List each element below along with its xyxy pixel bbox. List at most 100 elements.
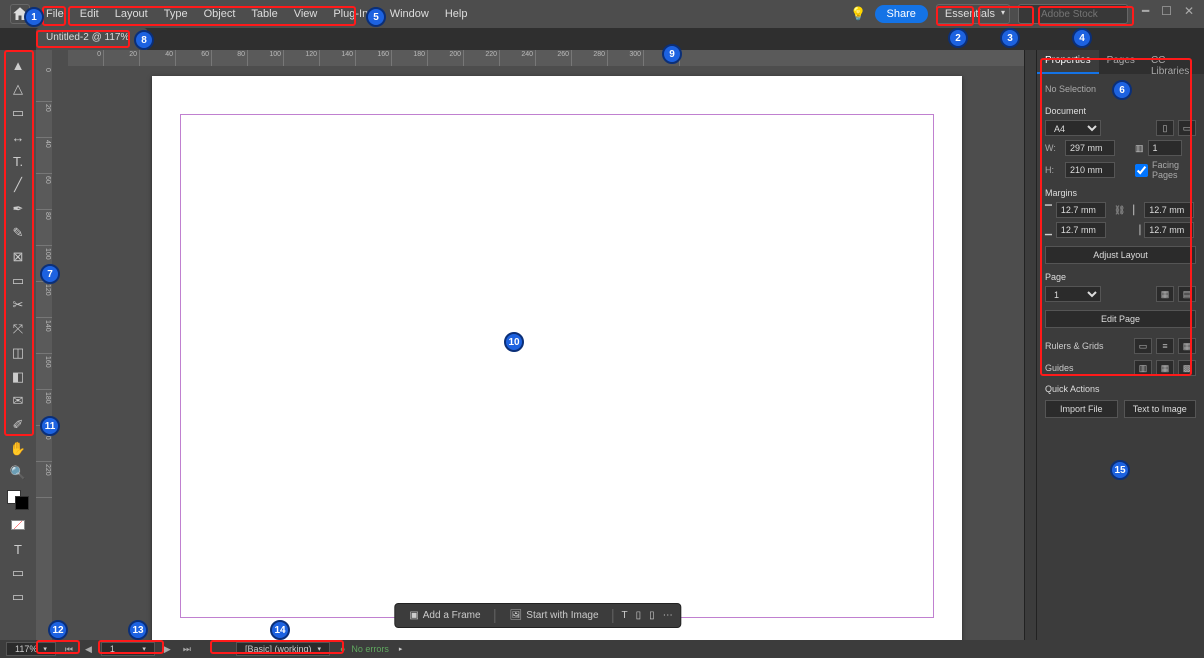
margin-inside-field[interactable] — [1144, 202, 1194, 218]
list-view-icon[interactable]: ▤ — [1178, 286, 1196, 302]
menu-edit[interactable]: Edit — [72, 4, 107, 24]
margin-bottom-field[interactable] — [1056, 222, 1106, 238]
note-tool[interactable]: ✉ — [6, 390, 30, 412]
tab-pages[interactable]: Pages — [1099, 50, 1143, 74]
first-page-icon[interactable]: ⏮ — [62, 644, 76, 655]
selection-tool[interactable]: ▲ — [6, 54, 30, 76]
type-icon[interactable]: T — [622, 610, 628, 621]
gradient-feather-tool[interactable]: ◧ — [6, 366, 30, 388]
last-page-icon[interactable]: ⏭ — [180, 644, 194, 655]
page-number-field[interactable]: 1 ▾ — [101, 642, 155, 656]
section-margins: Margins — [1045, 188, 1196, 198]
height-field[interactable] — [1065, 162, 1115, 178]
maximize-icon[interactable]: ☐ — [1161, 4, 1172, 18]
menu-window[interactable]: Window — [382, 4, 437, 24]
page-number-value: 1 — [110, 644, 115, 654]
close-icon[interactable]: ✕ — [135, 32, 143, 43]
guides-label: Guides — [1045, 363, 1074, 373]
free-transform-tool[interactable]: ⤧ — [6, 318, 30, 340]
page-tool[interactable]: ▭ — [6, 102, 30, 124]
guides-icon[interactable]: ▥ — [1134, 360, 1152, 376]
view-mode-preview[interactable]: ▭ — [6, 586, 30, 608]
ruler-icon[interactable]: ▭ — [1134, 338, 1152, 354]
home-icon[interactable] — [10, 4, 30, 24]
properties-panel: No Selection Document A4 ▯ ▭ W: ▥ H: — [1037, 74, 1204, 424]
facing-pages-checkbox[interactable]: Facing Pages — [1135, 160, 1151, 180]
collapsed-panel-dock[interactable] — [1024, 50, 1036, 640]
discover-icon[interactable]: 💡 — [850, 6, 866, 22]
gap-tool[interactable]: ↔ — [6, 126, 30, 148]
scissors-tool[interactable]: ✂ — [6, 294, 30, 316]
tab-properties[interactable]: Properties — [1037, 50, 1099, 74]
margin-top-icon: ▔ — [1045, 205, 1052, 216]
share-button[interactable]: Share — [875, 5, 928, 23]
gradient-swatch-tool[interactable]: ◫ — [6, 342, 30, 364]
menu-view[interactable]: View — [286, 4, 326, 24]
menu-help[interactable]: Help — [437, 4, 476, 24]
view-mode-normal[interactable]: ▭ — [6, 562, 30, 584]
menu-object[interactable]: Object — [196, 4, 244, 24]
page-preset-select[interactable]: A4 — [1045, 120, 1101, 136]
orientation-landscape-icon[interactable]: ▭ — [1178, 120, 1196, 136]
menu-file[interactable]: File — [38, 4, 72, 24]
grid-view-icon[interactable]: ▦ — [1156, 286, 1174, 302]
smart-guides-icon[interactable]: ▦ — [1156, 360, 1174, 376]
minimize-icon[interactable]: ━ — [1142, 4, 1149, 18]
adjust-layout-button[interactable]: Adjust Layout — [1045, 246, 1196, 264]
preflight-profile[interactable]: [Basic] (working) ▾ — [236, 642, 330, 656]
start-with-image-button[interactable]: 🖼 Start with Image — [504, 608, 605, 623]
orientation-portrait-icon[interactable]: ▯ — [1156, 120, 1174, 136]
page-spread[interactable] — [152, 76, 962, 640]
menubar: FileEditLayoutTypeObjectTableViewPlug-In… — [0, 0, 1204, 28]
doc-icon[interactable]: ▯ — [649, 610, 655, 621]
canvas-viewport[interactable]: ▣ Add a Frame 🖼 Start with Image T ▯ ▯ ⋯ — [52, 66, 1024, 640]
document-grid-icon[interactable]: ▦ — [1178, 338, 1196, 354]
menu-plug-ins[interactable]: Plug-Ins — [325, 4, 381, 24]
menu-layout[interactable]: Layout — [107, 4, 156, 24]
fill-stroke-swatch[interactable] — [7, 490, 29, 510]
page-select[interactable]: 1 — [1045, 286, 1101, 302]
line-tool[interactable]: ╱ — [6, 174, 30, 196]
page-icon[interactable]: ▯ — [636, 610, 642, 621]
snap-icon[interactable]: ▩ — [1178, 360, 1196, 376]
workspace-selector[interactable]: Essentials ▾ — [936, 4, 1010, 24]
type-tool[interactable]: T. — [6, 150, 30, 172]
window-controls: ━ ☐ ✕ — [1142, 4, 1194, 18]
margin-outside-field[interactable] — [1144, 222, 1194, 238]
import-file-button[interactable]: Import File — [1045, 400, 1118, 418]
zoom-tool[interactable]: 🔍 — [6, 462, 30, 484]
eyedropper-tool[interactable]: ✐ — [6, 414, 30, 436]
adobe-stock-search[interactable] — [1018, 4, 1128, 24]
tab-cc-libraries[interactable]: CC Libraries — [1143, 50, 1204, 74]
vertical-ruler[interactable]: 020406080100120140160180200220 — [36, 66, 52, 640]
format-container[interactable] — [6, 514, 30, 536]
zoom-level[interactable]: 117% ▾ — [6, 642, 56, 656]
pen-tool[interactable]: ✒ — [6, 198, 30, 220]
link-icon[interactable]: ⛓ — [1114, 205, 1125, 216]
chevron-right-icon[interactable]: ▸ — [399, 645, 403, 653]
document-tab[interactable]: Untitled-2 @ 117% ✕ — [36, 28, 147, 50]
pages-count-field[interactable] — [1148, 140, 1182, 156]
baseline-grid-icon[interactable]: ≡ — [1156, 338, 1174, 354]
pencil-tool[interactable]: ✎ — [6, 222, 30, 244]
margin-top-field[interactable] — [1056, 202, 1106, 218]
prev-page-icon[interactable]: ◀ — [82, 644, 95, 655]
width-field[interactable] — [1065, 140, 1115, 156]
direct-selection-tool[interactable]: △ — [6, 78, 30, 100]
margin-bottom-icon: ▁ — [1045, 225, 1052, 236]
add-frame-button[interactable]: ▣ Add a Frame — [403, 608, 486, 623]
hand-tool[interactable]: ✋ — [6, 438, 30, 460]
horizontal-ruler[interactable]: 0204060801001201401601802002202402602803… — [68, 50, 1024, 66]
ruler-origin[interactable] — [36, 50, 52, 66]
menu-table[interactable]: Table — [243, 4, 285, 24]
close-icon[interactable]: ✕ — [1184, 4, 1194, 18]
rectangle-tool[interactable]: ▭ — [6, 270, 30, 292]
rectangle-frame-tool[interactable]: ⊠ — [6, 246, 30, 268]
preflight-errors[interactable]: No errors — [351, 644, 389, 654]
edit-page-button[interactable]: Edit Page — [1045, 310, 1196, 328]
text-to-image-button[interactable]: Text to Image — [1124, 400, 1197, 418]
menu-type[interactable]: Type — [156, 4, 196, 24]
more-icon[interactable]: ⋯ — [663, 610, 673, 621]
next-page-icon[interactable]: ▶ — [161, 644, 174, 655]
format-text[interactable]: T — [6, 538, 30, 560]
